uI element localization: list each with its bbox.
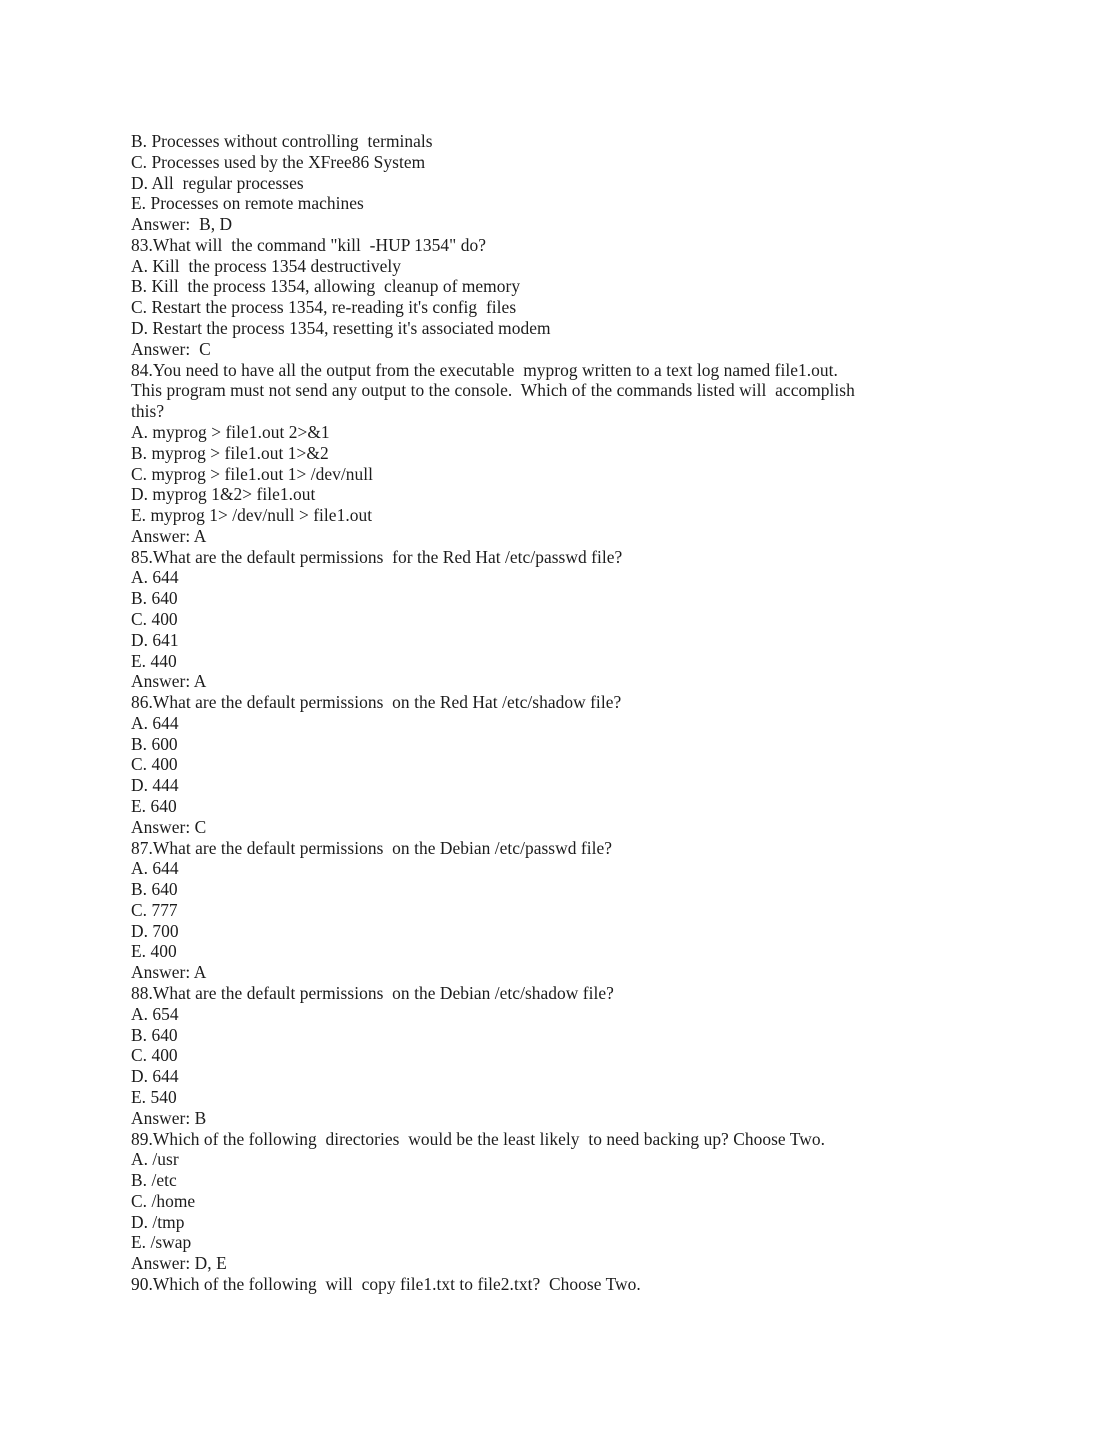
- question-87-answer: Answer: A: [131, 962, 207, 983]
- answer-line: Answer: B, D: [131, 214, 233, 235]
- question-86-option-a: A. 644: [131, 712, 179, 733]
- question-83-option-a: A. Kill the process 1354 destructively: [131, 255, 402, 276]
- question-87-option-a: A. 644: [131, 858, 179, 879]
- question-84-option-d: D. myprog 1&2> file1.out: [131, 484, 316, 505]
- question-84-line-1: 84.You need to have all the output from …: [131, 359, 838, 380]
- question-85-option-e: E. 440: [131, 650, 177, 671]
- question-84-line-3: this?: [131, 401, 165, 422]
- question-83: 83.What will the command "kill -HUP 1354…: [131, 234, 486, 255]
- question-85-option-c: C. 400: [131, 608, 178, 629]
- question-85-option-d: D. 641: [131, 629, 179, 650]
- question-84-line-2: This program must not send any output to…: [131, 380, 855, 401]
- question-89-option-b: B. /etc: [131, 1170, 177, 1191]
- question-90: 90.Which of the following will copy file…: [131, 1273, 641, 1294]
- question-88-option-b: B. 640: [131, 1024, 178, 1045]
- question-87-option-d: D. 700: [131, 920, 179, 941]
- question-88-option-e: E. 540: [131, 1086, 177, 1107]
- question-86-answer: Answer: C: [131, 816, 207, 837]
- answer-option-e: E. Processes on remote machines: [131, 193, 364, 214]
- question-87-option-c: C. 777: [131, 899, 178, 920]
- question-89-option-a: A. /usr: [131, 1149, 179, 1170]
- question-88-option-d: D. 644: [131, 1066, 179, 1087]
- question-86: 86.What are the default permissions on t…: [131, 692, 622, 713]
- question-89-option-e: E. /swap: [131, 1232, 192, 1253]
- question-87-option-b: B. 640: [131, 879, 178, 900]
- question-83-option-b: B. Kill the process 1354, allowing clean…: [131, 276, 521, 297]
- question-83-option-d: D. Restart the process 1354, resetting i…: [131, 318, 551, 339]
- question-88-answer: Answer: B: [131, 1107, 207, 1128]
- question-86-option-c: C. 400: [131, 754, 178, 775]
- question-84-answer: Answer: A: [131, 525, 207, 546]
- answer-option-c: C. Processes used by the XFree86 System: [131, 151, 426, 172]
- answer-option-b: B. Processes without controlling termina…: [131, 131, 433, 151]
- question-83-option-c: C. Restart the process 1354, re-reading …: [131, 297, 517, 318]
- question-86-option-d: D. 444: [131, 775, 179, 796]
- question-84-option-e: E. myprog 1> /dev/null > file1.out: [131, 505, 373, 526]
- question-85-option-b: B. 640: [131, 588, 178, 609]
- document-text-body: B. Processes without controlling termina…: [131, 131, 891, 1295]
- question-88-option-a: A. 654: [131, 1003, 179, 1024]
- question-89-option-c: C. /home: [131, 1190, 196, 1211]
- question-83-answer: Answer: C: [131, 338, 211, 359]
- question-86-option-e: E. 640: [131, 796, 177, 816]
- question-89-option-d: D. /tmp: [131, 1211, 185, 1232]
- question-84-option-a: A. myprog > file1.out 2>&1: [131, 421, 330, 442]
- question-85-answer: Answer: A: [131, 671, 207, 692]
- question-84-option-c: C. myprog > file1.out 1> /dev/null: [131, 463, 374, 484]
- question-85: 85.What are the default permissions for …: [131, 546, 623, 567]
- question-87-option-e: E. 400: [131, 941, 177, 962]
- answer-option-d: D. All regular processes: [131, 172, 304, 193]
- question-89-answer: Answer: D, E: [131, 1253, 227, 1274]
- question-89: 89.Which of the following directories wo…: [131, 1128, 825, 1149]
- question-87: 87.What are the default permissions on t…: [131, 837, 613, 858]
- document-page: B. Processes without controlling termina…: [0, 0, 1105, 1430]
- question-86-option-b: B. 600: [131, 733, 178, 754]
- question-88-option-c: C. 400: [131, 1045, 178, 1066]
- question-85-option-a: A. 644: [131, 567, 179, 588]
- question-88: 88.What are the default permissions on t…: [131, 983, 614, 1004]
- question-84-option-b: B. myprog > file1.out 1>&2: [131, 442, 329, 463]
